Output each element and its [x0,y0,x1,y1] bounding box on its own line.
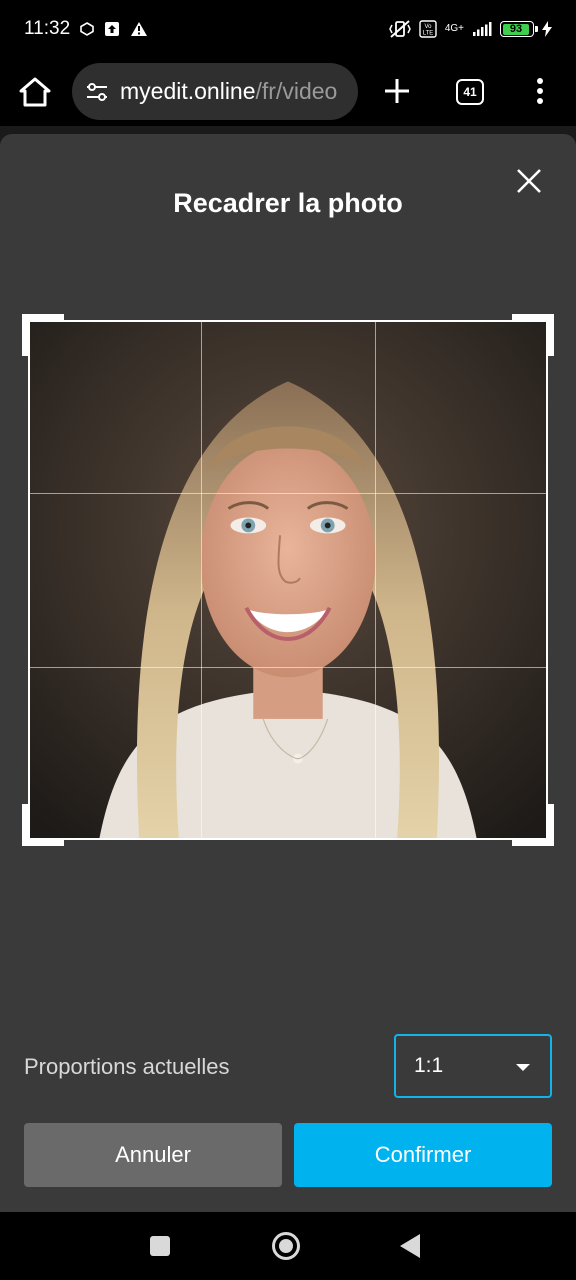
warning-icon [131,22,148,36]
site-settings-icon[interactable] [84,79,110,105]
more-options-icon[interactable] [530,76,550,106]
url-text: myedit.online/fr/video [120,78,337,105]
charging-icon [542,21,552,37]
url-path: /fr/video [255,78,338,104]
svg-text:Vo: Vo [424,24,432,30]
crop-handle-top-left[interactable] [22,314,64,356]
close-icon[interactable] [514,166,544,196]
home-nav-icon[interactable] [272,1232,300,1260]
status-bar: 11:32 Vo LTE 4G+ 93 [0,0,576,58]
grid-line-vertical-1 [201,322,202,838]
browser-toolbar: myedit.online/fr/video 41 [0,58,576,126]
status-time: 11:32 [24,18,71,39]
tab-switcher-button[interactable]: 41 [456,79,484,105]
svg-text:LTE: LTE [423,31,434,37]
crop-handle-bottom-right[interactable] [512,804,554,846]
ratio-select-value: 1:1 [414,1054,444,1077]
signal-icon [473,22,492,36]
recents-icon[interactable] [150,1236,170,1256]
battery-indicator: 93 [500,21,538,37]
volte-icon: Vo LTE [419,20,437,38]
network-type: 4G+ [444,23,464,34]
ratio-label: Proportions actuelles [24,1054,230,1079]
home-icon[interactable] [18,76,52,108]
vibrate-off-icon [388,20,411,38]
upload-icon [105,22,120,36]
crop-dialog: Recadrer la photo Proportions actuelles … [0,134,576,1212]
address-bar[interactable]: myedit.online/fr/video [72,63,358,120]
ratio-select[interactable]: 1:1 [394,1034,552,1098]
dialog-title: Recadrer la photo [173,188,403,218]
back-icon[interactable] [400,1234,420,1258]
photo-preview [30,322,546,838]
crop-handle-bottom-left[interactable] [22,804,64,846]
chevron-down-icon [516,1064,530,1071]
cancel-button[interactable]: Annuler [24,1123,282,1187]
battery-level: 93 [502,23,530,35]
url-host: myedit.online [120,78,256,104]
grid-line-horizontal-1 [30,493,546,494]
confirm-button[interactable]: Confirmer [294,1123,552,1187]
grid-line-vertical-2 [375,322,376,838]
data-saver-icon [80,22,94,36]
grid-line-horizontal-2 [30,667,546,668]
crop-handle-top-right[interactable] [512,314,554,356]
new-tab-icon[interactable] [382,76,412,106]
crop-area[interactable] [28,320,548,840]
system-navigation-bar [0,1212,576,1280]
